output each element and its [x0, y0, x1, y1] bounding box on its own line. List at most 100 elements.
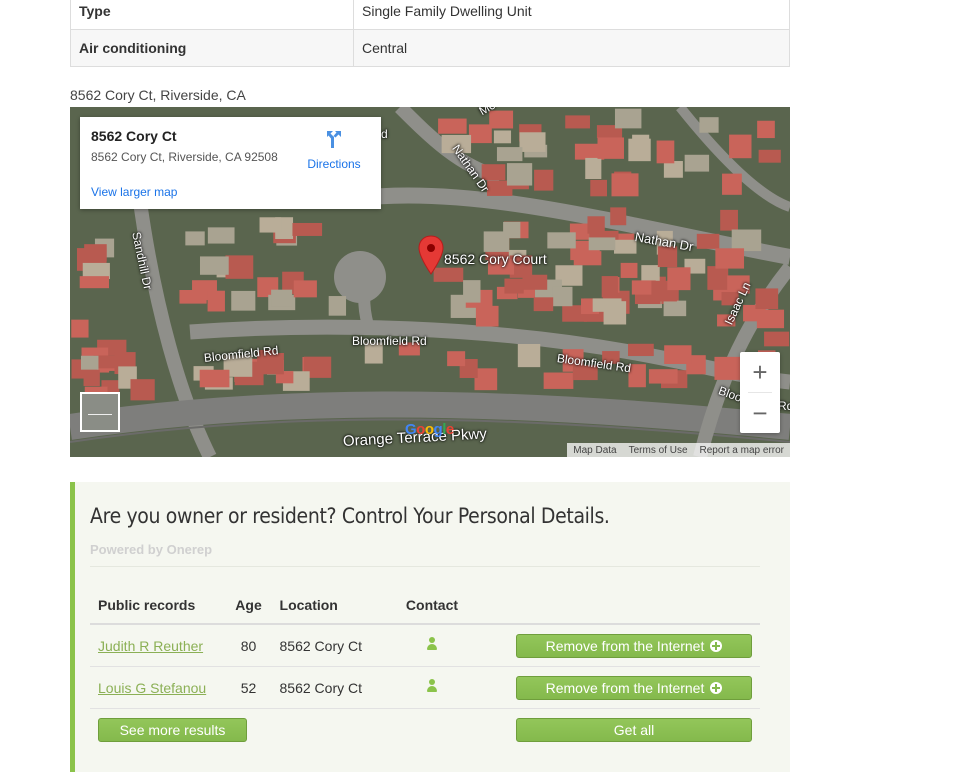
rooftop [611, 173, 639, 197]
col-header-age: Age [225, 587, 272, 625]
rooftop [699, 117, 719, 133]
directions-button[interactable]: Directions [304, 128, 364, 171]
rooftop [293, 280, 317, 298]
street-view-icon[interactable] [80, 392, 120, 432]
rooftop [130, 379, 155, 401]
place-address: 8562 Cory Ct, Riverside, CA 92508 [91, 150, 278, 164]
col-header-location: Location [271, 587, 379, 625]
rooftop [663, 300, 687, 317]
rooftop [565, 115, 590, 129]
map-data-link[interactable]: Map Data [573, 445, 616, 456]
rooftop [729, 134, 752, 159]
rooftop [587, 216, 605, 234]
rooftop [656, 140, 675, 164]
rooftop [552, 286, 573, 307]
rooftop [715, 248, 745, 269]
record-location: 8562 Cory Ct [271, 666, 379, 709]
rooftop [225, 255, 254, 279]
rooftop [533, 297, 554, 312]
street-label: Bloomfield Rd [352, 334, 427, 348]
rooftop [696, 233, 720, 249]
rooftop [519, 132, 546, 152]
details-row: Air conditioning Central [70, 29, 790, 67]
record-name-link[interactable]: Judith R Reuther [98, 638, 203, 654]
rooftop [179, 290, 207, 304]
rooftop [731, 229, 762, 252]
rooftop [534, 169, 554, 191]
rooftop [614, 108, 642, 129]
terms-of-use-link[interactable]: Terms of Use [629, 445, 688, 456]
rooftop [628, 343, 654, 357]
rooftop [720, 209, 738, 231]
rooftop [71, 319, 89, 338]
record-name-link[interactable]: Louis G Stefanou [98, 680, 206, 696]
rooftop [292, 222, 323, 236]
rooftop [199, 369, 230, 388]
col-header-public-records: Public records [90, 587, 226, 625]
record-name-cell: Louis G Stefanou [90, 666, 226, 709]
col-header-action [484, 587, 760, 625]
rooftop [547, 232, 576, 249]
record-age: 52 [225, 666, 272, 709]
person-icon[interactable] [426, 637, 438, 651]
rooftop [684, 154, 710, 172]
pin-label: 8562 Cory Court [444, 251, 547, 267]
remove-from-internet-button[interactable]: Remove from the Internet [516, 675, 752, 700]
rooftop [207, 227, 235, 244]
rooftop [663, 161, 683, 178]
record-action: Remove from the Internet [484, 624, 760, 667]
rooftop [328, 296, 347, 316]
zoom-control: + − [740, 352, 780, 433]
rooftop [493, 130, 512, 144]
rooftop [597, 137, 624, 159]
map-view[interactable]: Nathan Dr Nathan Dr Sandhill Dr Bloomfie… [70, 107, 790, 457]
zoom-out-button[interactable]: − [740, 393, 780, 433]
street-label: d [381, 127, 388, 141]
public-records-table: Public records Age Location Contact Judi… [90, 587, 760, 751]
directions-label: Directions [307, 157, 361, 171]
rooftop [628, 138, 651, 162]
table-header-row: Public records Age Location Contact [90, 587, 760, 625]
rooftop [667, 267, 691, 291]
rooftop [758, 149, 781, 163]
rooftop [707, 266, 729, 290]
rooftop [475, 305, 499, 327]
rooftop [231, 290, 256, 311]
get-all-button[interactable]: Get all [516, 718, 752, 742]
report-map-error-link[interactable]: Report a map error [700, 445, 784, 456]
rooftop [506, 163, 533, 186]
rooftop [207, 290, 225, 312]
table-row: Louis G Stefanou 52 8562 Cory Ct Remove … [90, 666, 760, 709]
map-footer: Map Data Terms of Use Report a map error [567, 443, 790, 457]
rooftop [185, 231, 205, 246]
rooftop [84, 244, 107, 262]
rooftop [271, 289, 293, 307]
details-key: Type [70, 0, 354, 30]
view-larger-map-link[interactable]: View larger map [91, 185, 177, 199]
rooftop [463, 280, 481, 303]
rooftop [714, 356, 742, 380]
record-location: 8562 Cory Ct [271, 624, 379, 667]
rooftop [522, 274, 548, 290]
details-value: Single Family Dwelling Unit [353, 0, 790, 30]
col-header-contact: Contact [378, 587, 485, 625]
zoom-in-button[interactable]: + [740, 352, 780, 392]
plus-circle-icon [710, 639, 723, 652]
see-more-results-button[interactable]: See more results [98, 718, 247, 742]
google-logo: Google [405, 421, 454, 438]
property-details-table: Type Single Family Dwelling Unit Air con… [70, 0, 790, 67]
place-name: 8562 Cory Ct [91, 128, 177, 144]
details-key: Air conditioning [70, 29, 354, 67]
rooftop [504, 278, 524, 294]
record-action: Remove from the Internet [484, 666, 760, 709]
see-more-cell: See more results [90, 709, 485, 752]
plus-circle-icon [710, 681, 723, 694]
map-pin-icon[interactable] [418, 235, 444, 275]
table-row: Judith R Reuther 80 8562 Cory Ct Remove … [90, 624, 760, 667]
rooftop [447, 351, 466, 367]
person-icon[interactable] [426, 679, 438, 693]
rooftop [585, 157, 602, 180]
remove-from-internet-button[interactable]: Remove from the Internet [516, 633, 752, 658]
record-contact [378, 666, 485, 709]
rooftop [664, 345, 692, 365]
